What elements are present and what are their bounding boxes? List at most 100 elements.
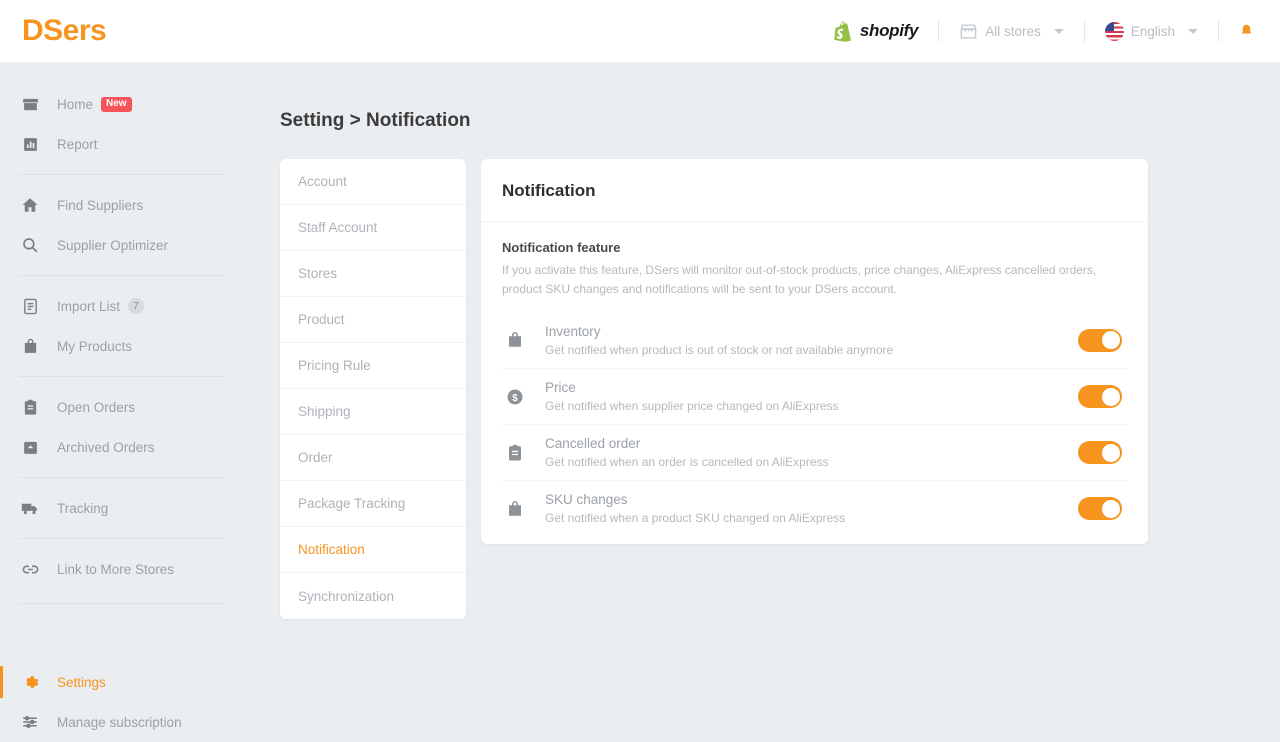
settings-tabs: Account Staff Account Stores Product Pri… bbox=[280, 159, 466, 619]
dsers-logo[interactable]: DSers bbox=[22, 14, 106, 48]
us-flag-icon bbox=[1105, 22, 1124, 41]
sidebar-divider bbox=[19, 275, 226, 276]
tab-stores[interactable]: Stores bbox=[280, 251, 466, 297]
breadcrumb: Setting > Notification bbox=[280, 110, 1280, 132]
panel-body: Notification feature If you activate thi… bbox=[481, 222, 1148, 544]
header-divider-3 bbox=[1218, 20, 1219, 42]
notification-panel: Notification Notification feature If you… bbox=[481, 159, 1148, 544]
language-label: English bbox=[1131, 24, 1175, 39]
sidebar-item-label: Home bbox=[57, 97, 93, 112]
sidebar-item-settings[interactable]: Settings bbox=[0, 662, 245, 702]
row-title: Inventory bbox=[545, 324, 1078, 339]
toggle-knob bbox=[1102, 388, 1120, 406]
shopify-platform-indicator[interactable]: shopify bbox=[834, 21, 918, 42]
row-text: Cancelled order Get notified when an ord… bbox=[545, 436, 1078, 469]
feature-title: Notification feature bbox=[502, 240, 1127, 255]
sidebar-item-label: Open Orders bbox=[57, 400, 135, 415]
bag-icon bbox=[19, 335, 41, 357]
notification-rows: Inventory Get notified when product is o… bbox=[502, 312, 1127, 536]
chevron-down-icon bbox=[1054, 29, 1064, 34]
row-subtitle: Get notified when supplier price changed… bbox=[545, 399, 1078, 413]
sidebar-item-import-list[interactable]: Import List 7 bbox=[0, 286, 245, 326]
sidebar-item-tracking[interactable]: Tracking bbox=[0, 488, 245, 528]
sidebar-item-label: Tracking bbox=[57, 501, 108, 516]
sidebar-divider bbox=[19, 603, 226, 604]
home-icon bbox=[19, 194, 41, 216]
sidebar-item-open-orders[interactable]: Open Orders bbox=[0, 387, 245, 427]
sidebar-item-label: Find Suppliers bbox=[57, 198, 143, 213]
sidebar-divider bbox=[19, 376, 226, 377]
header-divider-2 bbox=[1084, 20, 1085, 42]
notifications-button[interactable] bbox=[1239, 22, 1254, 40]
tab-shipping[interactable]: Shipping bbox=[280, 389, 466, 435]
sidebar-item-archived-orders[interactable]: Archived Orders bbox=[0, 427, 245, 467]
sidebar-divider bbox=[19, 477, 226, 478]
store-icon bbox=[959, 22, 978, 41]
tab-notification[interactable]: Notification bbox=[280, 527, 466, 573]
tab-account[interactable]: Account bbox=[280, 159, 466, 205]
notification-row-sku-changes: SKU changes Get notified when a product … bbox=[502, 480, 1127, 536]
sidebar-item-find-suppliers[interactable]: Find Suppliers bbox=[0, 185, 245, 225]
sidebar-item-label: My Products bbox=[57, 339, 132, 354]
sku-changes-toggle[interactable] bbox=[1078, 497, 1122, 520]
notification-row-inventory: Inventory Get notified when product is o… bbox=[502, 312, 1127, 368]
sidebar-item-link-to-more-stores[interactable]: Link to More Stores bbox=[0, 549, 245, 589]
panel-title: Notification bbox=[481, 159, 1148, 222]
header-actions: shopify All stores English bbox=[834, 0, 1254, 62]
archive-icon bbox=[19, 436, 41, 458]
notification-row-price: $ Price Get notified when supplier price… bbox=[502, 368, 1127, 424]
sidebar: Home New Report Find Suppliers Supplier … bbox=[0, 62, 245, 720]
cancelled-order-toggle[interactable] bbox=[1078, 441, 1122, 464]
inventory-toggle[interactable] bbox=[1078, 329, 1122, 352]
price-toggle[interactable] bbox=[1078, 385, 1122, 408]
feature-description: If you activate this feature, DSers will… bbox=[502, 261, 1102, 298]
chevron-down-icon bbox=[1188, 29, 1198, 34]
bell-icon bbox=[1239, 22, 1254, 40]
tab-staff-account[interactable]: Staff Account bbox=[280, 205, 466, 251]
sliders-icon bbox=[19, 711, 41, 733]
row-subtitle: Get notified when a product SKU changed … bbox=[545, 511, 1078, 525]
chart-icon bbox=[19, 133, 41, 155]
store-selector-label: All stores bbox=[985, 24, 1041, 39]
toggle-knob bbox=[1102, 331, 1120, 349]
list-icon bbox=[19, 295, 41, 317]
language-selector[interactable]: English bbox=[1105, 22, 1198, 41]
sidebar-item-report[interactable]: Report bbox=[0, 124, 245, 164]
row-subtitle: Get notified when an order is cancelled … bbox=[545, 455, 1078, 469]
bag-icon bbox=[502, 500, 528, 518]
truck-icon bbox=[19, 497, 41, 519]
sidebar-item-my-products[interactable]: My Products bbox=[0, 326, 245, 366]
sidebar-item-label: Link to More Stores bbox=[57, 562, 174, 577]
gear-icon bbox=[19, 671, 41, 693]
link-icon bbox=[19, 558, 41, 580]
store-selector[interactable]: All stores bbox=[959, 22, 1064, 41]
tab-order[interactable]: Order bbox=[280, 435, 466, 481]
tab-pricing-rule[interactable]: Pricing Rule bbox=[280, 343, 466, 389]
sidebar-item-label: Supplier Optimizer bbox=[57, 238, 168, 253]
row-subtitle: Get notified when product is out of stoc… bbox=[545, 343, 1078, 357]
svg-text:$: $ bbox=[512, 392, 518, 403]
sidebar-item-label: Import List bbox=[57, 299, 120, 314]
sidebar-item-label: Manage subscription bbox=[57, 715, 182, 730]
settings-layout: Account Staff Account Stores Product Pri… bbox=[280, 159, 1280, 619]
store-icon bbox=[19, 93, 41, 115]
sidebar-divider bbox=[19, 174, 226, 175]
row-title: Cancelled order bbox=[545, 436, 1078, 451]
sidebar-item-supplier-optimizer[interactable]: Supplier Optimizer bbox=[0, 225, 245, 265]
row-text: Inventory Get notified when product is o… bbox=[545, 324, 1078, 357]
dollar-circle-icon: $ bbox=[502, 388, 528, 406]
shopify-label: shopify bbox=[860, 21, 918, 41]
sidebar-item-manage-subscription[interactable]: Manage subscription bbox=[0, 702, 245, 742]
toggle-knob bbox=[1102, 444, 1120, 462]
row-title: Price bbox=[545, 380, 1078, 395]
tab-product[interactable]: Product bbox=[280, 297, 466, 343]
tab-package-tracking[interactable]: Package Tracking bbox=[280, 481, 466, 527]
notification-row-cancelled-order: Cancelled order Get notified when an ord… bbox=[502, 424, 1127, 480]
sidebar-item-label: Report bbox=[57, 137, 98, 152]
sidebar-divider bbox=[19, 538, 226, 539]
clipboard-icon bbox=[19, 396, 41, 418]
sidebar-item-label: Archived Orders bbox=[57, 440, 155, 455]
sidebar-item-home[interactable]: Home New bbox=[0, 84, 245, 124]
tab-synchronization[interactable]: Synchronization bbox=[280, 573, 466, 619]
sidebar-item-label: Settings bbox=[57, 675, 106, 690]
